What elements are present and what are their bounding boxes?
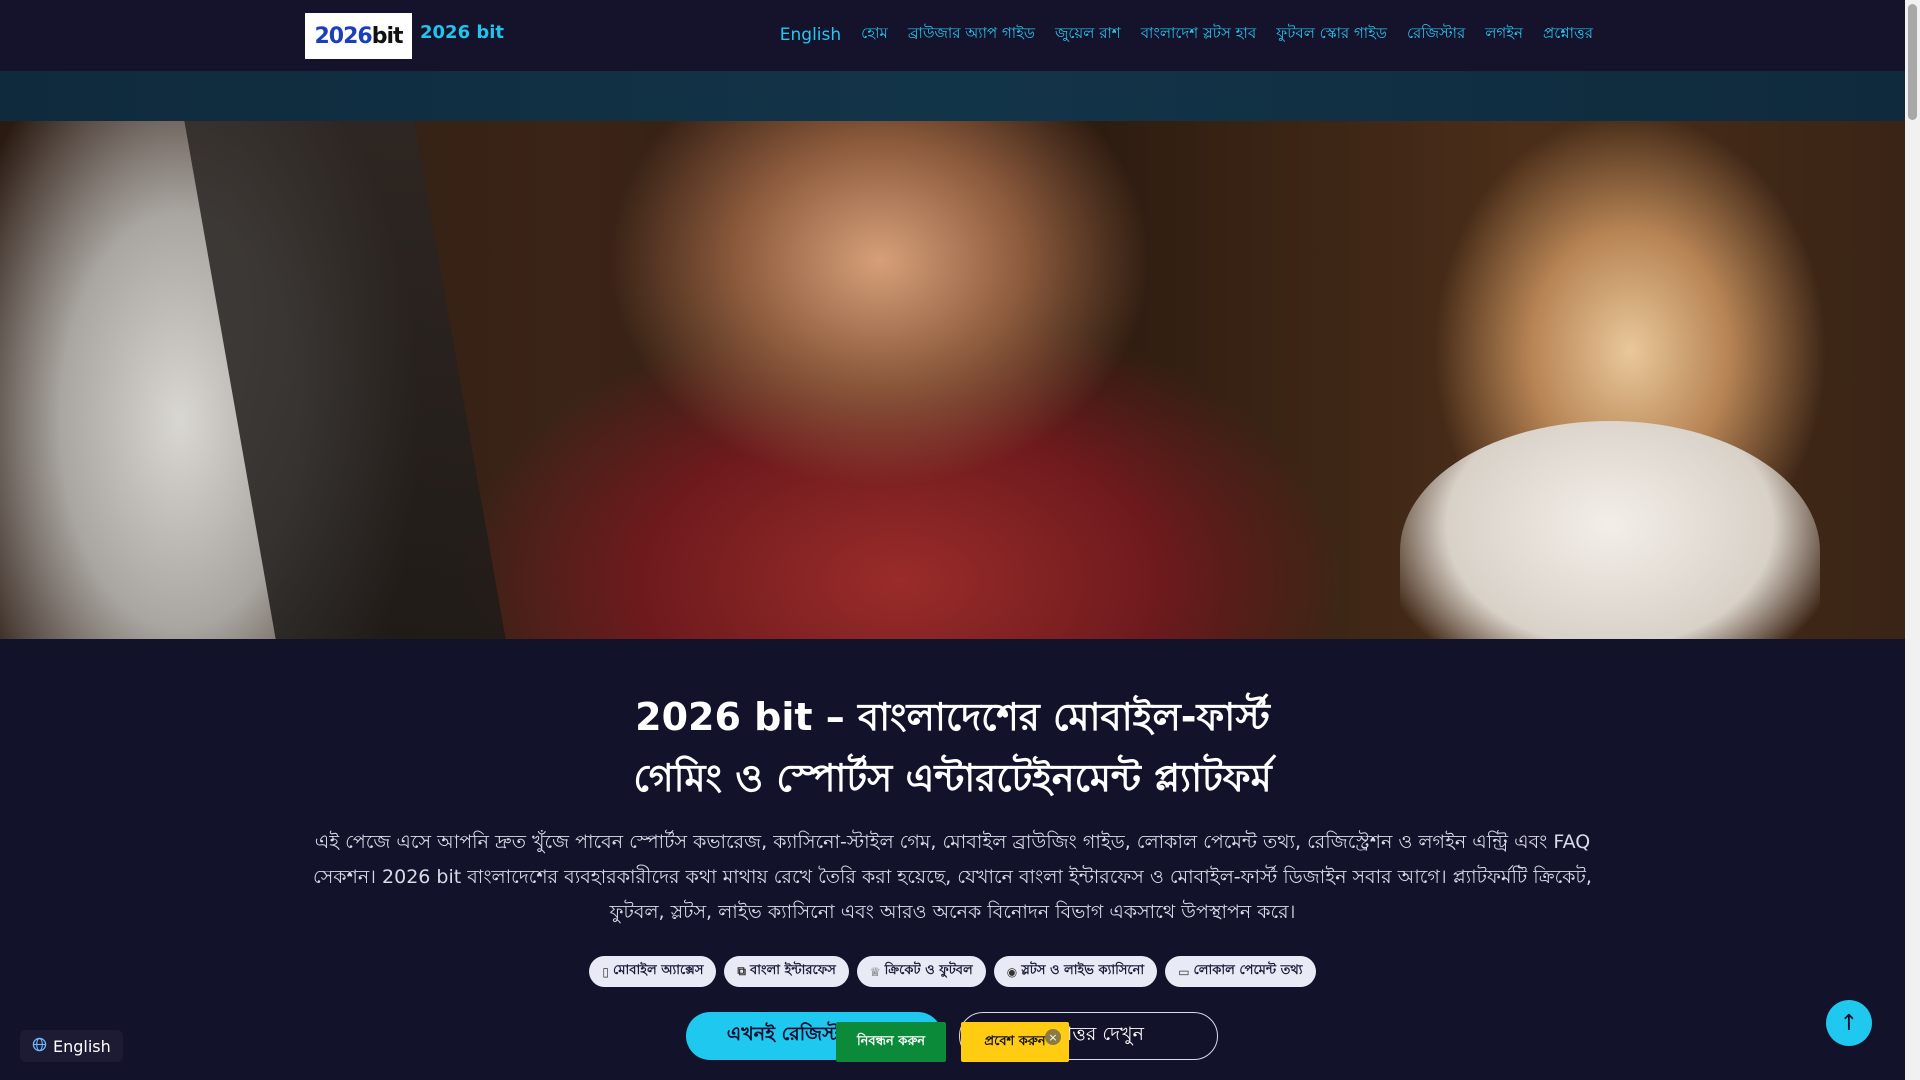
gamepad-icon: ◉ [1006, 964, 1018, 979]
nav-item-browser-app-guide[interactable]: ব্রাউজার অ্যাপ গাইড [908, 22, 1035, 47]
back-to-top-button[interactable]: ↑ [1826, 1000, 1872, 1046]
chip-mobile-access: ▯ মোবাইল অ্যাক্সেস [589, 956, 717, 987]
chip-label: মোবাইল অ্যাক্সেস [613, 963, 704, 978]
nav-item-english[interactable]: English [780, 25, 841, 45]
page-title-line-1: 2026 bit – বাংলাদেশের মোবাইল-ফার্স্ট [635, 695, 1270, 739]
nav-item-slots-hub[interactable]: বাংলাদেশ স্লটস হাব [1141, 22, 1257, 47]
arrow-up-icon: ↑ [1839, 1010, 1859, 1036]
lead-paragraph: এই পেজে এসে আপনি দ্রুত খুঁজে পাবেন স্পোর… [313, 831, 1592, 923]
sticky-register-button[interactable]: নিবন্ধন করুন [836, 1022, 946, 1062]
site-header: 2026bit 2026 bit English হোম ব্রাউজার অ্… [0, 0, 1905, 71]
globe-icon [32, 1037, 47, 1056]
chip-label: বাংলা ইন্টারফেস [750, 963, 836, 978]
hero-image [0, 121, 1905, 639]
translate-icon: ⧉ [737, 964, 746, 978]
logo[interactable]: 2026bit [305, 13, 412, 59]
nav-item-register[interactable]: রেজিস্টার [1407, 22, 1465, 47]
header-strip [0, 71, 1905, 121]
page: 2026bit 2026 bit English হোম ব্রাউজার অ্… [0, 0, 1920, 1080]
hero-image-figure-right [1400, 421, 1820, 639]
trophy-icon: ♕ [869, 964, 881, 979]
page-title-line-2: গেমিং ও স্পোর্টস এন্টারটেইনমেন্ট প্ল্যাট… [633, 756, 1272, 800]
card-icon: ▭ [1178, 964, 1190, 979]
chip-label: স্লটস ও লাইভ ক্যাসিনো [1021, 963, 1145, 978]
chip-local-payment: ▭ লোকাল পেমেন্ট তথ্য [1165, 956, 1316, 987]
chip-bangla-interface: ⧉ বাংলা ইন্টারফেস [724, 956, 849, 987]
logo-wordmark: 2026bit [314, 23, 403, 49]
chip-label: ক্রিকেট ও ফুটবল [884, 963, 973, 978]
chip-cricket-football: ♕ ক্রিকেট ও ফুটবল [856, 956, 986, 987]
hero-image-figure-left [184, 121, 506, 639]
language-switcher[interactable]: English [20, 1030, 123, 1062]
scrollbar-thumb[interactable] [1908, 4, 1917, 120]
main-nav: English হোম ব্রাউজার অ্যাপ গাইড জুয়েল র… [780, 22, 1593, 47]
nav-item-faq[interactable]: প্রশ্নোত্তর [1543, 22, 1593, 47]
nav-item-home[interactable]: হোম [861, 22, 888, 47]
nav-item-jewel-rush[interactable]: জুয়েল রাশ [1055, 22, 1121, 47]
hero-content: 2026 bit – বাংলাদেশের মোবাইল-ফার্স্ট গেম… [0, 639, 1905, 1080]
nav-item-football-score-guide[interactable]: ফুটবল স্কোর গাইড [1276, 22, 1387, 47]
feature-chips: ▯ মোবাইল অ্যাক্সেস ⧉ বাংলা ইন্টারফেস ♕ ক… [0, 956, 1905, 987]
page-title: 2026 bit – বাংলাদেশের মোবাইল-ফার্স্ট গেম… [0, 687, 1905, 809]
vertical-scrollbar[interactable] [1905, 0, 1920, 1080]
language-switcher-label: English [53, 1036, 111, 1056]
chip-label: লোকাল পেমেন্ট তথ্য [1193, 963, 1303, 978]
brand-name[interactable]: 2026 bit [420, 22, 504, 43]
mobile-icon: ▯ [602, 964, 610, 979]
chip-slots-live-casino: ◉ স্লটস ও লাইভ ক্যাসিনো [993, 956, 1158, 987]
close-icon[interactable]: × [1045, 1029, 1061, 1045]
nav-item-login[interactable]: লগইন [1485, 22, 1523, 47]
